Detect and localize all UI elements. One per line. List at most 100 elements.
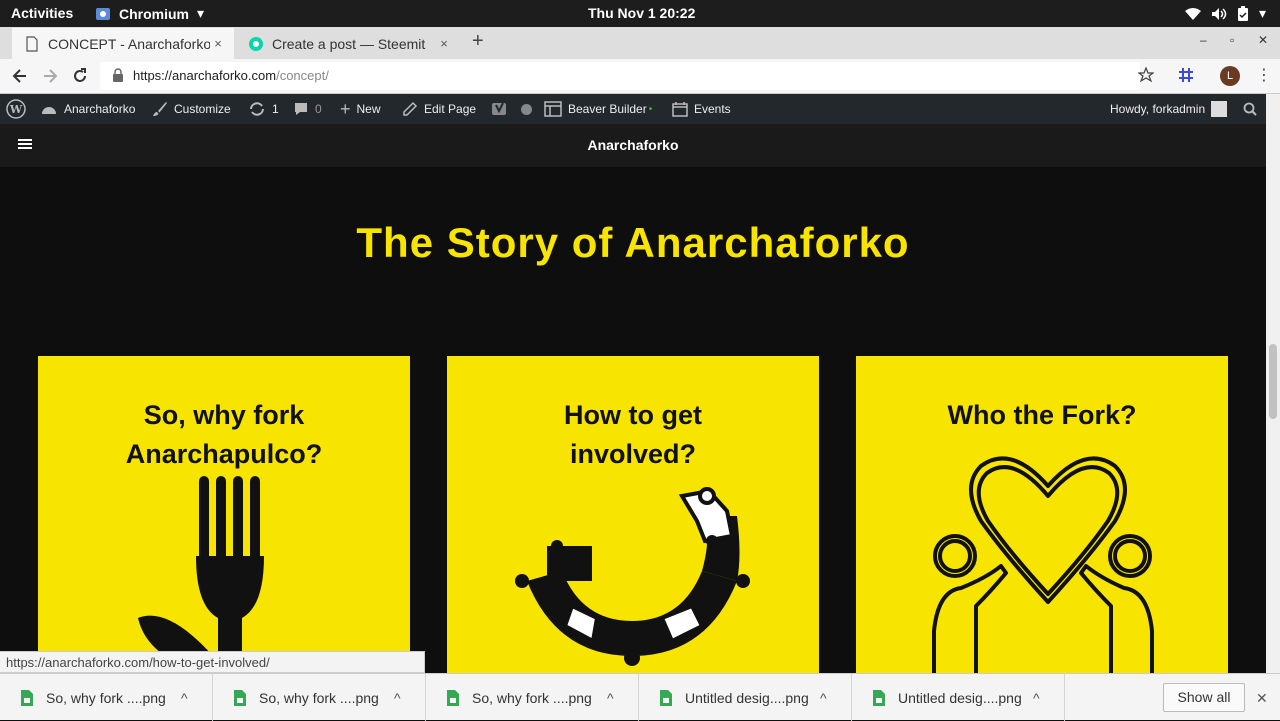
menu-dots-icon[interactable]: ⋮ xyxy=(1256,65,1272,85)
adminbar-comments-count: 0 xyxy=(315,102,322,116)
card-title-line1: So, why fork xyxy=(143,400,305,430)
download-name: So, why fork ....png xyxy=(46,689,166,706)
adminbar-beaver-builder[interactable]: Beaver Builder • xyxy=(544,94,652,124)
adminbar-new-label: New xyxy=(356,102,381,116)
maximize-button[interactable]: ▫ xyxy=(1230,33,1234,47)
status-bubble: https://anarchaforko.com/how-to-get-invo… xyxy=(0,651,425,673)
address-bar[interactable]: https://anarchaforko.com/concept/ xyxy=(100,62,1140,90)
browser-toolbar: https://anarchaforko.com/concept/ L ⋮ xyxy=(0,59,1280,94)
chevron-down-icon: ▾ xyxy=(197,5,205,21)
yoast-icon xyxy=(492,102,506,115)
tab-strip: CONCEPT - Anarchaforko × Create a post —… xyxy=(0,27,1280,59)
download-name: Untitled desig....png xyxy=(685,689,809,706)
search-icon xyxy=(1243,102,1257,116)
reload-icon[interactable] xyxy=(70,66,90,86)
user-avatar-icon xyxy=(1211,101,1228,117)
back-icon[interactable] xyxy=(10,66,30,86)
download-item[interactable]: Untitled desig....png ^ xyxy=(852,674,1065,721)
adminbar-beaver-label: Beaver Builder xyxy=(568,102,647,116)
download-item[interactable]: So, why fork ....png ^ xyxy=(426,674,639,721)
clock[interactable]: Thu Nov 1 20:22 xyxy=(588,5,695,21)
wp-admin-bar: W Anarchaforko Customize 1 0 + New Edit … xyxy=(0,94,1266,124)
page-title: The Story of Anarchaforko xyxy=(356,219,910,266)
download-item[interactable]: So, why fork ....png ^ xyxy=(0,674,213,721)
file-icon xyxy=(234,689,246,706)
adminbar-new[interactable]: + New xyxy=(340,94,381,124)
url-path: /concept/ xyxy=(276,68,329,83)
url-text: https://anarchaforko.com/concept/ xyxy=(133,68,329,83)
show-all-button[interactable]: Show all xyxy=(1163,683,1245,712)
adminbar-events[interactable]: Events xyxy=(672,94,731,124)
card-title-line1: Who the Fork? xyxy=(947,400,1137,430)
site-brand[interactable]: Anarchaforko xyxy=(0,137,1266,153)
seo-status-dot-icon xyxy=(521,103,532,115)
volume-icon xyxy=(1211,7,1227,20)
steemit-icon xyxy=(249,36,263,51)
adminbar-site-link[interactable]: Anarchaforko xyxy=(40,94,135,124)
card-how-to-get-involved[interactable]: How to get involved? xyxy=(447,356,819,673)
site-header: Anarchaforko xyxy=(0,124,1266,167)
extension-grid-icon[interactable] xyxy=(1178,67,1194,83)
updates-icon xyxy=(250,102,264,116)
close-window-button[interactable]: ✕ xyxy=(1258,33,1268,47)
wordpress-icon: W xyxy=(6,99,26,119)
tab-title: CONCEPT - Anarchaforko xyxy=(48,35,210,52)
chevron-up-icon[interactable]: ^ xyxy=(181,690,188,706)
comment-icon xyxy=(295,103,307,115)
adminbar-site-label: Anarchaforko xyxy=(64,102,136,116)
adminbar-comments[interactable]: 0 xyxy=(293,94,322,124)
dashboard-icon xyxy=(42,107,56,114)
adminbar-edit-page[interactable]: Edit Page xyxy=(402,94,476,124)
download-item[interactable]: So, why fork ....png ^ xyxy=(213,674,426,721)
download-name: Untitled desig....png xyxy=(898,689,1022,706)
card-title-line1: How to get xyxy=(564,400,702,430)
scrollbar-thumb[interactable] xyxy=(1269,344,1277,419)
minimize-button[interactable]: – xyxy=(1200,33,1207,47)
close-icon[interactable]: × xyxy=(210,36,226,51)
chevron-up-icon[interactable]: ^ xyxy=(607,690,614,706)
forward-icon[interactable] xyxy=(40,66,60,86)
chevron-up-icon[interactable]: ^ xyxy=(394,690,401,706)
system-tray[interactable]: ▾ xyxy=(1184,5,1266,22)
close-icon[interactable]: × xyxy=(436,36,452,51)
adminbar-updates-count: 1 xyxy=(272,102,279,116)
chromium-icon xyxy=(96,7,110,20)
activities-button[interactable]: Activities xyxy=(11,5,73,21)
download-name: So, why fork ....png xyxy=(259,689,379,706)
chevron-up-icon[interactable]: ^ xyxy=(1033,690,1040,706)
chevron-up-icon[interactable]: ^ xyxy=(820,690,827,706)
file-icon xyxy=(447,689,459,706)
adminbar-search[interactable] xyxy=(1243,94,1257,124)
tab-title: Create a post — Steemit xyxy=(272,35,426,52)
card-who-the-fork[interactable]: Who the Fork? xyxy=(856,356,1228,673)
adminbar-howdy: Howdy, forkadmin xyxy=(1110,102,1206,116)
app-menu[interactable]: Chromium ▾ xyxy=(95,5,204,22)
download-shelf: So, why fork ....png ^ So, why fork ....… xyxy=(0,673,1280,721)
adminbar-edit-page-label: Edit Page xyxy=(424,102,477,116)
card-title: Who the Fork? xyxy=(856,396,1228,435)
card-title-line2: involved? xyxy=(569,439,697,469)
plus-icon: + xyxy=(340,98,351,119)
calendar-icon xyxy=(672,102,688,117)
wordpress-logo-button[interactable]: W xyxy=(6,94,26,124)
adminbar-updates[interactable]: 1 xyxy=(248,94,279,124)
svg-text:W: W xyxy=(9,103,23,116)
card-title: So, why fork Anarchapulco? xyxy=(38,396,410,474)
brush-icon xyxy=(153,102,167,116)
adminbar-account[interactable]: Howdy, forkadmin xyxy=(1110,94,1228,124)
card-why-fork[interactable]: So, why fork Anarchapulco? xyxy=(38,356,410,673)
adminbar-events-label: Events xyxy=(694,102,731,116)
chevron-down-icon: ▾ xyxy=(1258,5,1266,21)
profile-avatar[interactable]: L xyxy=(1220,66,1240,86)
lock-icon xyxy=(113,68,123,82)
adminbar-yoast[interactable] xyxy=(491,94,532,124)
page-scrollbar[interactable] xyxy=(1266,94,1280,673)
new-tab-button[interactable]: + xyxy=(472,30,484,53)
tab-concept[interactable]: CONCEPT - Anarchaforko × xyxy=(12,28,234,59)
adminbar-customize[interactable]: Customize xyxy=(152,94,231,124)
close-icon[interactable]: ✕ xyxy=(1256,690,1268,707)
tab-steemit[interactable]: Create a post — Steemit × xyxy=(236,28,460,59)
download-item[interactable]: Untitled desig....png ^ xyxy=(639,674,852,721)
wifi-icon xyxy=(1184,7,1201,20)
star-icon[interactable] xyxy=(1138,67,1154,83)
